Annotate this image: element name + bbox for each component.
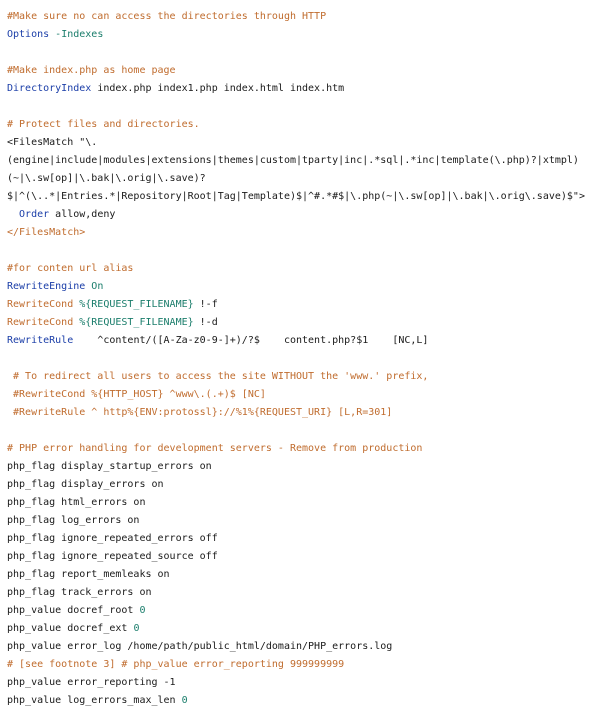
code-line: # [see footnote 3] # php_value error_rep…	[7, 656, 600, 674]
code-token: php_flag ignore_repeated_source off	[7, 551, 218, 562]
code-token: php_flag track_errors on	[7, 587, 152, 598]
code-token: php_flag display_startup_errors on	[7, 461, 212, 472]
code-line: RewriteCond %{REQUEST_FILENAME} !-f	[7, 296, 600, 314]
code-line: php_value error_log /home/path/public_ht…	[7, 638, 600, 656]
code-token: 0	[139, 605, 146, 616]
code-line: # PHP error handling for development ser…	[7, 440, 600, 458]
code-line: php_value log_errors_max_len 0	[7, 692, 600, 710]
code-token: 0	[181, 695, 188, 706]
code-token: <FilesMatch "\.	[7, 137, 98, 148]
code-token: Options	[7, 29, 56, 40]
code-token: php_value error_reporting -1	[7, 677, 176, 688]
code-line: php_flag display_errors on	[7, 476, 600, 494]
code-token: Order	[7, 209, 50, 220]
code-token: RewriteCond	[7, 299, 80, 310]
code-line: php_flag log_errors on	[7, 512, 600, 530]
code-token: # Protect files and directories.	[7, 119, 200, 130]
code-token: RewriteRule	[7, 335, 74, 346]
code-line: php_flag ignore_repeated_errors off	[7, 530, 600, 548]
code-token: -Indexes	[55, 29, 104, 40]
code-line: php_value error_reporting -1	[7, 674, 600, 692]
code-token: # PHP error handling for development ser…	[7, 443, 423, 454]
code-line: php_flag report_memleaks on	[7, 566, 600, 584]
code-token: php_flag display_errors on	[7, 479, 164, 490]
code-token: %{REQUEST_FILENAME}	[79, 317, 194, 328]
code-line: $|^(\..*|Entries.*|Repository|Root|Tag|T…	[7, 188, 600, 206]
code-token: #RewriteCond %{HTTP_HOST} ^www\.(.+)$ [N…	[7, 389, 266, 400]
code-line: </FilesMatch>	[7, 224, 600, 242]
code-token: allow,deny	[49, 209, 116, 220]
code-line: Options -Indexes	[7, 26, 600, 44]
code-token: #RewriteRule ^ http%{ENV:protossl}://%1%…	[7, 407, 393, 418]
code-token: #Make sure no can access the directories…	[7, 11, 327, 22]
code-line: # To redirect all users to access the si…	[7, 368, 600, 386]
htaccess-code-view: #Make sure no can access the directories…	[7, 8, 600, 710]
code-token: On	[91, 281, 104, 292]
code-token: index.php index1.php index.html index.ht…	[91, 83, 345, 94]
code-line: #for conten url alias	[7, 260, 600, 278]
code-token: php_flag report_memleaks on	[7, 569, 170, 580]
code-line: #RewriteCond %{HTTP_HOST} ^www\.(.+)$ [N…	[7, 386, 600, 404]
code-token: 0	[133, 623, 140, 634]
code-line: php_value docref_root 0	[7, 602, 600, 620]
code-line: php_flag html_errors on	[7, 494, 600, 512]
code-token: RewriteCond	[7, 317, 80, 328]
code-token: $|^(\..*|Entries.*|Repository|Root|Tag|T…	[7, 191, 585, 202]
code-token: php_value error_log /home/path/public_ht…	[7, 641, 393, 652]
code-token: </FilesMatch>	[7, 227, 86, 238]
code-line: php_flag track_errors on	[7, 584, 600, 602]
code-line: # Protect files and directories.	[7, 116, 600, 134]
code-line: #Make index.php as home page	[7, 62, 600, 80]
code-token: php_flag html_errors on	[7, 497, 146, 508]
code-token: %{REQUEST_FILENAME}	[79, 299, 194, 310]
code-line: php_flag display_startup_errors on	[7, 458, 600, 476]
code-line: DirectoryIndex index.php index1.php inde…	[7, 80, 600, 98]
code-token: #Make index.php as home page	[7, 65, 176, 76]
code-token: # To redirect all users to access the si…	[7, 371, 429, 382]
code-token: (engine|include|modules|extensions|theme…	[7, 155, 579, 166]
code-token: RewriteEngine	[7, 281, 92, 292]
code-line: php_value docref_ext 0	[7, 620, 600, 638]
code-token: #for conten url alias	[7, 263, 134, 274]
code-token: !-d	[193, 317, 218, 328]
code-line: (~|\.sw[op]|\.bak|\.orig|\.save)?	[7, 170, 600, 188]
code-token: !-f	[193, 299, 218, 310]
code-token: DirectoryIndex	[7, 83, 92, 94]
code-line: php_flag ignore_repeated_source off	[7, 548, 600, 566]
code-line: (engine|include|modules|extensions|theme…	[7, 152, 600, 170]
code-line: <FilesMatch "\.	[7, 134, 600, 152]
code-token: php_value docref_root	[7, 605, 140, 616]
code-line: RewriteRule ^content/([A-Za-z0-9-]+)/?$ …	[7, 332, 600, 350]
code-line: RewriteEngine On	[7, 278, 600, 296]
code-token: php_value log_errors_max_len	[7, 695, 182, 706]
code-token: php_flag ignore_repeated_errors off	[7, 533, 218, 544]
code-token: php_value docref_ext	[7, 623, 134, 634]
code-token: php_flag log_errors on	[7, 515, 140, 526]
code-token: # [see footnote 3] # php_value error_rep…	[7, 659, 345, 670]
code-token: ^content/([A-Za-z0-9-]+)/?$ content.php?…	[73, 335, 429, 346]
code-line: Order allow,deny	[7, 206, 600, 224]
code-line: #Make sure no can access the directories…	[7, 8, 600, 26]
code-line: #RewriteRule ^ http%{ENV:protossl}://%1%…	[7, 404, 600, 422]
code-line: RewriteCond %{REQUEST_FILENAME} !-d	[7, 314, 600, 332]
code-token: (~|\.sw[op]|\.bak|\.orig|\.save)?	[7, 173, 206, 184]
